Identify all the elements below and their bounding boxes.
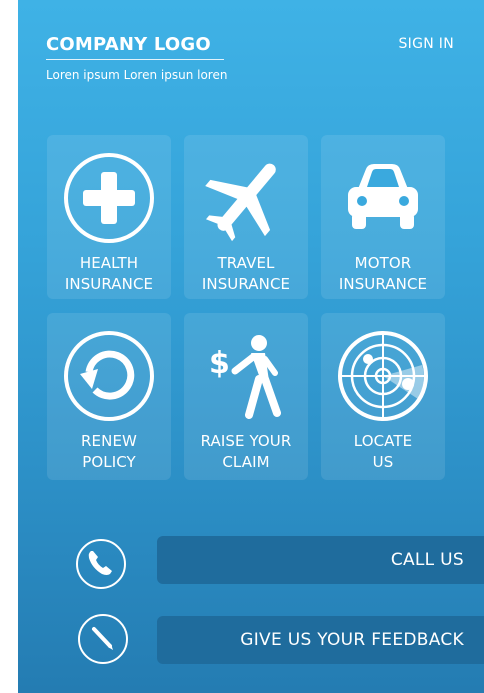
tile-travel-insurance[interactable]: TRAVEL INSURANCE <box>184 135 308 299</box>
airplane-icon <box>199 151 293 245</box>
tile-label-line2: US <box>372 453 394 471</box>
tile-raise-claim[interactable]: $ RAISE YOUR CLAIM <box>184 313 308 480</box>
car-icon <box>336 151 430 245</box>
tile-label-line1: TRAVEL <box>217 254 275 272</box>
tile-health-insurance[interactable]: HEALTH INSURANCE <box>47 135 171 299</box>
brand-block: COMPANY LOGO Loren ipsum Loren ipsun lor… <box>46 34 227 82</box>
tile-label-line1: RAISE YOUR <box>200 432 292 450</box>
tile-label-line2: INSURANCE <box>338 275 428 293</box>
person-dollar-icon: $ <box>199 329 293 423</box>
tagline: Loren ipsum Loren ipsun loren <box>46 68 228 82</box>
tile-label-line1: MOTOR <box>354 254 412 272</box>
plus-circle-icon <box>62 151 156 245</box>
logo-underline <box>46 59 224 60</box>
pencil-icon[interactable] <box>78 614 128 664</box>
feedback-button[interactable]: GIVE US YOUR FEEDBACK <box>157 616 484 664</box>
tile-label-line2: POLICY <box>82 453 136 471</box>
tile-label-line2: INSURANCE <box>201 275 291 293</box>
svg-text:$: $ <box>209 346 230 381</box>
app-screen: COMPANY LOGO Loren ipsum Loren ipsun lor… <box>18 0 484 693</box>
tile-label-line1: LOCATE <box>353 432 413 450</box>
call-us-button[interactable]: CALL US <box>157 536 484 584</box>
tile-label-line1: RENEW <box>81 432 137 450</box>
radar-icon <box>336 329 430 423</box>
tile-label-line2: INSURANCE <box>64 275 154 293</box>
tile-locate-us[interactable]: LOCATE US <box>321 313 445 480</box>
company-logo[interactable]: COMPANY LOGO <box>46 34 227 57</box>
renew-arrow-icon <box>62 329 156 423</box>
tile-motor-insurance[interactable]: MOTOR INSURANCE <box>321 135 445 299</box>
tile-renew-policy[interactable]: RENEW POLICY <box>47 313 171 480</box>
tile-label-line1: HEALTH <box>79 254 139 272</box>
tile-label-line2: CLAIM <box>222 453 270 471</box>
sign-in-link[interactable]: SIGN IN <box>399 36 455 52</box>
phone-icon[interactable] <box>76 539 126 589</box>
